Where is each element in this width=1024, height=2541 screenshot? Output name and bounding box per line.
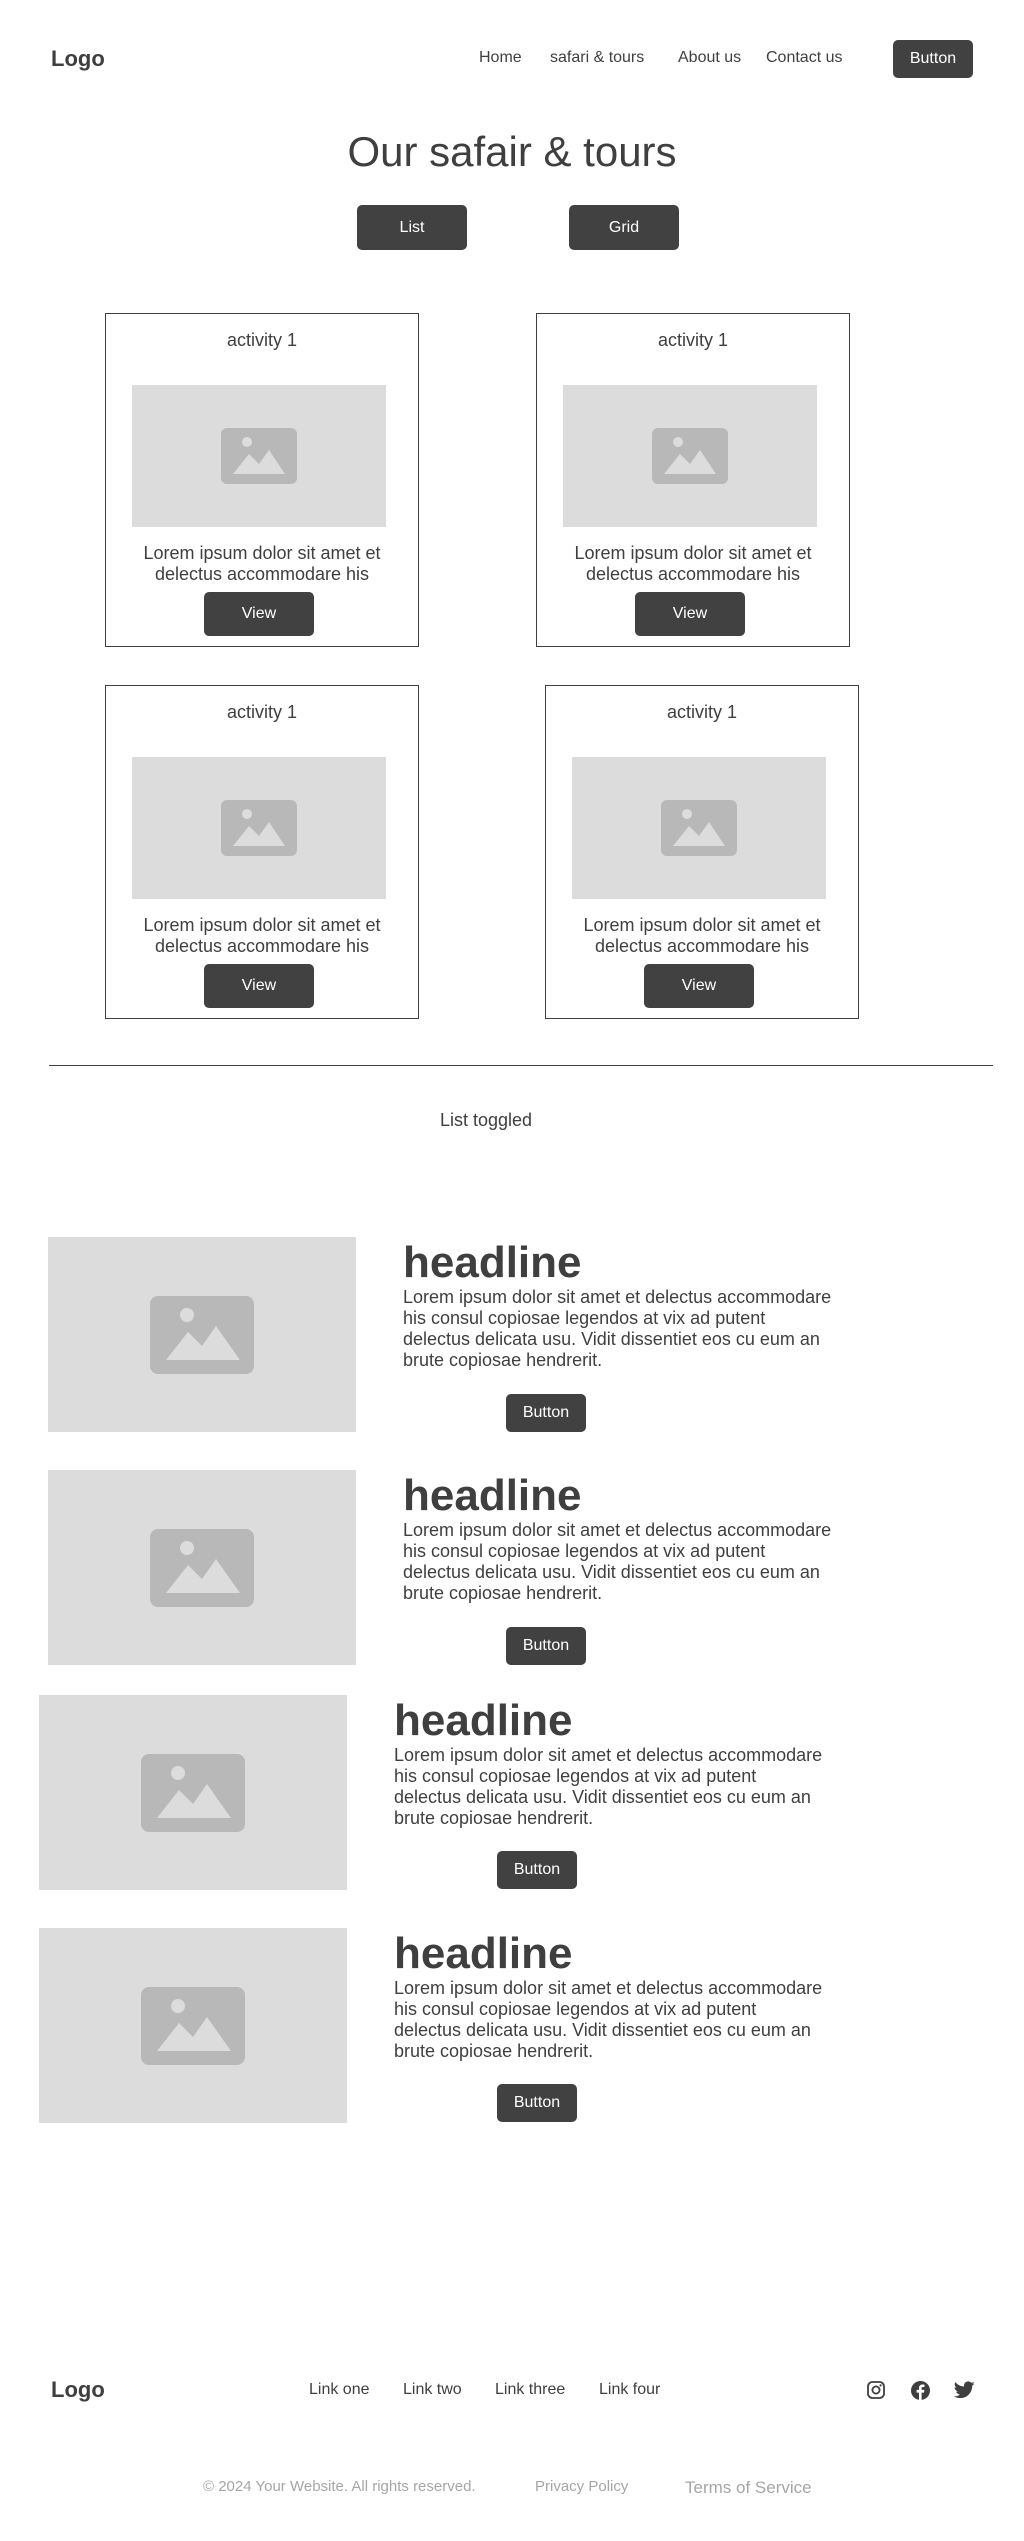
list-item-image [48,1237,356,1432]
card-view-button[interactable]: View [635,592,745,636]
list-item-button[interactable]: Button [506,1394,586,1432]
page-title: Our safair & tours [347,128,677,175]
card-title: activity 1 [657,330,729,350]
image-placeholder-icon [150,1528,254,1607]
list-item-body: Lorem ipsum dolor sit amet et delectus a… [403,1520,832,1603]
list-item-body: Lorem ipsum dolor sit amet et delectus a… [403,1287,832,1370]
list-item-headline: headline [403,1238,582,1287]
card-view-button[interactable]: View [204,592,314,636]
nav-safari-tours[interactable]: safari & tours [550,49,644,67]
image-placeholder-icon [661,800,737,856]
terms-of-service-link[interactable]: Terms of Service [685,2478,812,2498]
nav-contact-us[interactable]: Contact us [766,49,842,67]
list-item-button[interactable]: Button [497,1851,577,1889]
activity-card: activity 1 Lorem ipsum dolor sit amet et… [105,685,419,1019]
footer-copyright: © 2024 Your Website. All rights reserved… [203,2478,476,2495]
card-image [563,385,817,527]
card-description: Lorem ipsum dolor sit amet et delectus ac… [574,543,812,584]
list-view-button[interactable]: List [357,205,467,250]
list-item-headline: headline [403,1471,582,1520]
list-item-body: Lorem ipsum dolor sit amet et delectus a… [394,1978,823,2061]
card-title: activity 1 [666,702,738,722]
footer-link-one[interactable]: Link one [309,2381,370,2399]
image-placeholder-icon [150,1295,254,1374]
footer-link-four[interactable]: Link four [599,2381,660,2399]
privacy-policy-link[interactable]: Privacy Policy [535,2478,628,2495]
activity-card: activity 1 Lorem ipsum dolor sit amet et… [536,313,850,647]
list-toggled-label: List toggled [440,1110,533,1130]
facebook-icon[interactable] [909,2379,931,2401]
list-item-body: Lorem ipsum dolor sit amet et delectus a… [394,1745,823,1828]
list-item-image [48,1470,356,1665]
card-image [132,757,386,899]
grid-view-button[interactable]: Grid [569,205,679,250]
twitter-icon[interactable] [953,2379,975,2401]
card-view-button[interactable]: View [644,964,754,1008]
card-description: Lorem ipsum dolor sit amet et delectus ac… [583,915,821,956]
nav-home[interactable]: Home [479,49,522,67]
nav-about-us[interactable]: About us [678,49,741,67]
footer-logo[interactable]: Logo [51,2377,105,2403]
image-placeholder-icon [141,1986,245,2065]
card-title: activity 1 [226,330,298,350]
card-description: Lorem ipsum dolor sit amet et delectus ac… [143,543,381,584]
card-image [132,385,386,527]
list-item-image [39,1928,347,2123]
activity-card: activity 1 Lorem ipsum dolor sit amet et… [105,313,419,647]
footer-link-two[interactable]: Link two [403,2381,462,2399]
header-cta-button[interactable]: Button [893,40,973,78]
image-placeholder-icon [221,800,297,856]
image-placeholder-icon [141,1753,245,1832]
card-description: Lorem ipsum dolor sit amet et delectus ac… [143,915,381,956]
list-item-image [39,1695,347,1890]
image-placeholder-icon [221,428,297,484]
list-item-button[interactable]: Button [506,1627,586,1665]
card-view-button[interactable]: View [204,964,314,1008]
list-item-headline: headline [394,1696,573,1745]
list-item-headline: headline [394,1929,573,1978]
image-placeholder-icon [652,428,728,484]
activity-card: activity 1 Lorem ipsum dolor sit amet et… [545,685,859,1019]
header-logo[interactable]: Logo [51,46,105,72]
card-title: activity 1 [226,702,298,722]
instagram-icon[interactable] [865,2379,887,2401]
list-item-button[interactable]: Button [497,2084,577,2122]
card-image [572,757,826,899]
section-divider [49,1065,993,1066]
footer-link-three[interactable]: Link three [495,2381,565,2399]
